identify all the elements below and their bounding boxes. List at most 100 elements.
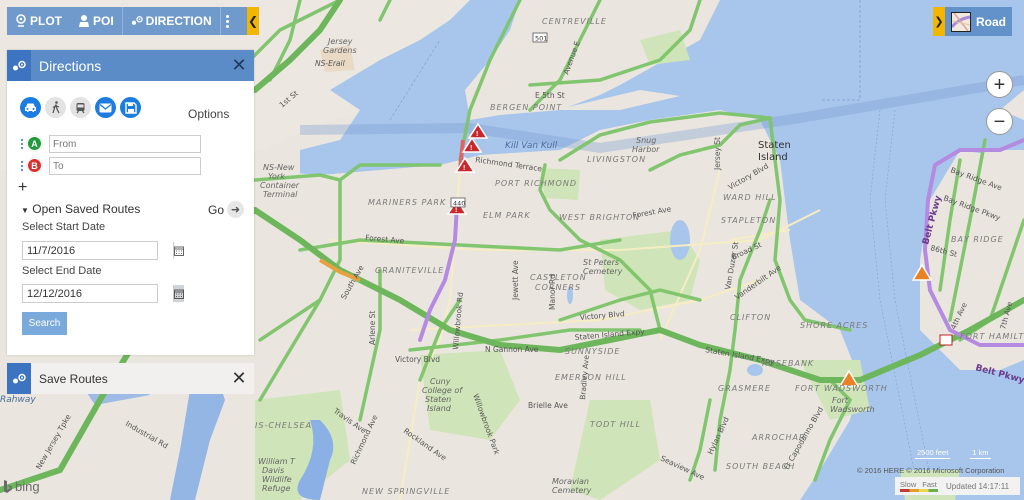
car-icon bbox=[25, 103, 36, 112]
svg-text:GRASMERE: GRASMERE bbox=[718, 384, 771, 393]
waypoint-a-row: A bbox=[21, 136, 42, 151]
go-button[interactable]: Go ➜ bbox=[208, 201, 245, 218]
svg-text:Jersey: Jersey bbox=[326, 37, 353, 46]
svg-text:SUNNYSIDE: SUNNYSIDE bbox=[565, 347, 620, 356]
plot-pin-icon bbox=[16, 14, 26, 27]
map-type-label: Road bbox=[976, 14, 1006, 29]
close-save-routes-button[interactable]: ✕ bbox=[224, 363, 254, 394]
save-routes-title[interactable]: Save Routes bbox=[39, 372, 224, 386]
svg-text:Harbor: Harbor bbox=[632, 145, 660, 154]
svg-text:Victory Blvd: Victory Blvd bbox=[395, 355, 440, 364]
caret-down-icon: ▼ bbox=[21, 206, 29, 215]
svg-text:Staten: Staten bbox=[425, 395, 451, 404]
svg-text:Cemetery: Cemetery bbox=[552, 486, 592, 495]
svg-text:WEST BRIGHTON: WEST BRIGHTON bbox=[559, 213, 640, 222]
end-date-input[interactable] bbox=[23, 285, 173, 302]
end-date-field bbox=[22, 284, 184, 303]
svg-text:Brielle Ave: Brielle Ave bbox=[528, 401, 568, 410]
email-button[interactable] bbox=[95, 97, 116, 118]
email-icon bbox=[99, 103, 112, 112]
waypoint-a-badge: A bbox=[27, 136, 42, 151]
zoom-in-button[interactable]: + bbox=[986, 71, 1013, 98]
svg-text:NEW SPRINGVILLE: NEW SPRINGVILLE bbox=[362, 487, 450, 496]
svg-text:IS-CHELSEA: IS-CHELSEA bbox=[255, 421, 312, 430]
waypoint-b-row: B bbox=[21, 158, 42, 173]
scale-km: 1 km bbox=[970, 448, 991, 459]
svg-text:Snug: Snug bbox=[636, 136, 656, 145]
to-input[interactable] bbox=[49, 157, 201, 175]
svg-text:440: 440 bbox=[453, 200, 465, 208]
chevron-left-icon[interactable]: ❮ bbox=[247, 7, 259, 35]
arrow-right-icon: ➜ bbox=[227, 201, 245, 218]
from-input[interactable] bbox=[49, 135, 201, 153]
svg-text:STAPLETON: STAPLETON bbox=[721, 216, 776, 225]
svg-text:ROSEBANK: ROSEBANK bbox=[762, 359, 814, 368]
options-link[interactable]: Options bbox=[188, 107, 229, 121]
svg-text:501: 501 bbox=[535, 35, 547, 43]
svg-text:Arlene St: Arlene St bbox=[368, 311, 377, 345]
start-date-label: Select Start Date bbox=[22, 221, 106, 233]
direction-button[interactable]: DIRECTION bbox=[123, 7, 220, 35]
transit-mode-button[interactable] bbox=[70, 97, 91, 118]
search-button[interactable]: Search bbox=[22, 312, 67, 335]
svg-text:E 5th St: E 5th St bbox=[535, 91, 565, 100]
start-date-calendar-button[interactable] bbox=[173, 242, 184, 259]
svg-text:CLIFTON: CLIFTON bbox=[730, 313, 771, 322]
road-map-type-button[interactable]: Road bbox=[945, 7, 1012, 36]
svg-text:Island: Island bbox=[758, 152, 788, 163]
drag-handle-icon[interactable] bbox=[21, 138, 23, 149]
start-date-field bbox=[22, 241, 184, 260]
road-map-thumbnail-icon bbox=[951, 11, 971, 32]
save-route-button[interactable] bbox=[120, 97, 141, 118]
traffic-color-bar bbox=[900, 489, 938, 492]
svg-text:SHORE ACRES: SHORE ACRES bbox=[800, 321, 868, 330]
directions-panel-title: Directions bbox=[39, 57, 102, 74]
svg-text:Terminal: Terminal bbox=[263, 190, 298, 199]
end-date-calendar-button[interactable] bbox=[173, 285, 184, 302]
svg-text:Moravian: Moravian bbox=[552, 477, 589, 486]
poi-person-icon bbox=[79, 15, 89, 27]
close-directions-button[interactable]: ✕ bbox=[224, 50, 254, 81]
travel-mode-row bbox=[20, 97, 141, 118]
walk-mode-button[interactable] bbox=[45, 97, 66, 118]
svg-text:ELM PARK: ELM PARK bbox=[483, 211, 531, 220]
svg-text:NS-Erail: NS-Erail bbox=[315, 59, 346, 68]
bing-label: bing bbox=[15, 479, 40, 494]
svg-text:NS-New: NS-New bbox=[263, 163, 295, 172]
add-waypoint-button[interactable]: + bbox=[18, 180, 27, 196]
traffic-legend: Slow Fast Updated 14:17:11 bbox=[895, 477, 1020, 495]
drive-mode-button[interactable] bbox=[20, 97, 41, 118]
svg-text:CORNERS: CORNERS bbox=[535, 283, 581, 292]
svg-text:!: ! bbox=[463, 165, 465, 172]
poi-label: POI bbox=[93, 14, 114, 28]
directions-panel-header: Directions ✕ bbox=[7, 50, 254, 81]
svg-text:Cuny: Cuny bbox=[430, 377, 451, 386]
svg-text:Wadsworth: Wadsworth bbox=[830, 405, 875, 414]
svg-text:Gardens: Gardens bbox=[323, 46, 357, 55]
copyright-text: © 2016 HERE © 2016 Microsoft Corporation bbox=[857, 466, 1005, 475]
direction-icon bbox=[131, 16, 143, 25]
svg-text:PORT RICHMOND: PORT RICHMOND bbox=[495, 179, 577, 188]
poi-button[interactable]: POI bbox=[70, 7, 122, 35]
svg-text:Refuge: Refuge bbox=[262, 484, 290, 493]
svg-text:CASTLETON: CASTLETON bbox=[530, 273, 587, 282]
svg-text:N Gannon Ave: N Gannon Ave bbox=[485, 345, 539, 354]
plot-label: PLOT bbox=[30, 14, 62, 28]
chevron-right-icon[interactable]: ❯ bbox=[933, 7, 945, 36]
start-date-input[interactable] bbox=[23, 242, 173, 259]
svg-text:Jersey St: Jersey St bbox=[713, 137, 722, 171]
more-vertical-icon[interactable] bbox=[221, 14, 235, 28]
scale-feet: 2500 feet bbox=[915, 448, 951, 459]
svg-text:MARINERS PARK: MARINERS PARK bbox=[368, 198, 446, 207]
zoom-out-button[interactable]: − bbox=[986, 108, 1013, 135]
svg-text:TODT HILL: TODT HILL bbox=[590, 420, 641, 429]
plot-button[interactable]: PLOT bbox=[7, 7, 70, 35]
drag-handle-icon[interactable] bbox=[21, 160, 23, 171]
svg-text:St Peters: St Peters bbox=[583, 258, 619, 267]
svg-text:WARD HILL: WARD HILL bbox=[723, 193, 777, 202]
end-date-label: Select End Date bbox=[22, 265, 102, 277]
svg-text:GRANITEVILLE: GRANITEVILLE bbox=[375, 266, 444, 275]
svg-text:!: ! bbox=[455, 207, 457, 214]
traffic-slow-label: Slow bbox=[900, 480, 917, 489]
open-saved-routes-toggle[interactable]: ▼ Open Saved Routes bbox=[21, 202, 140, 216]
